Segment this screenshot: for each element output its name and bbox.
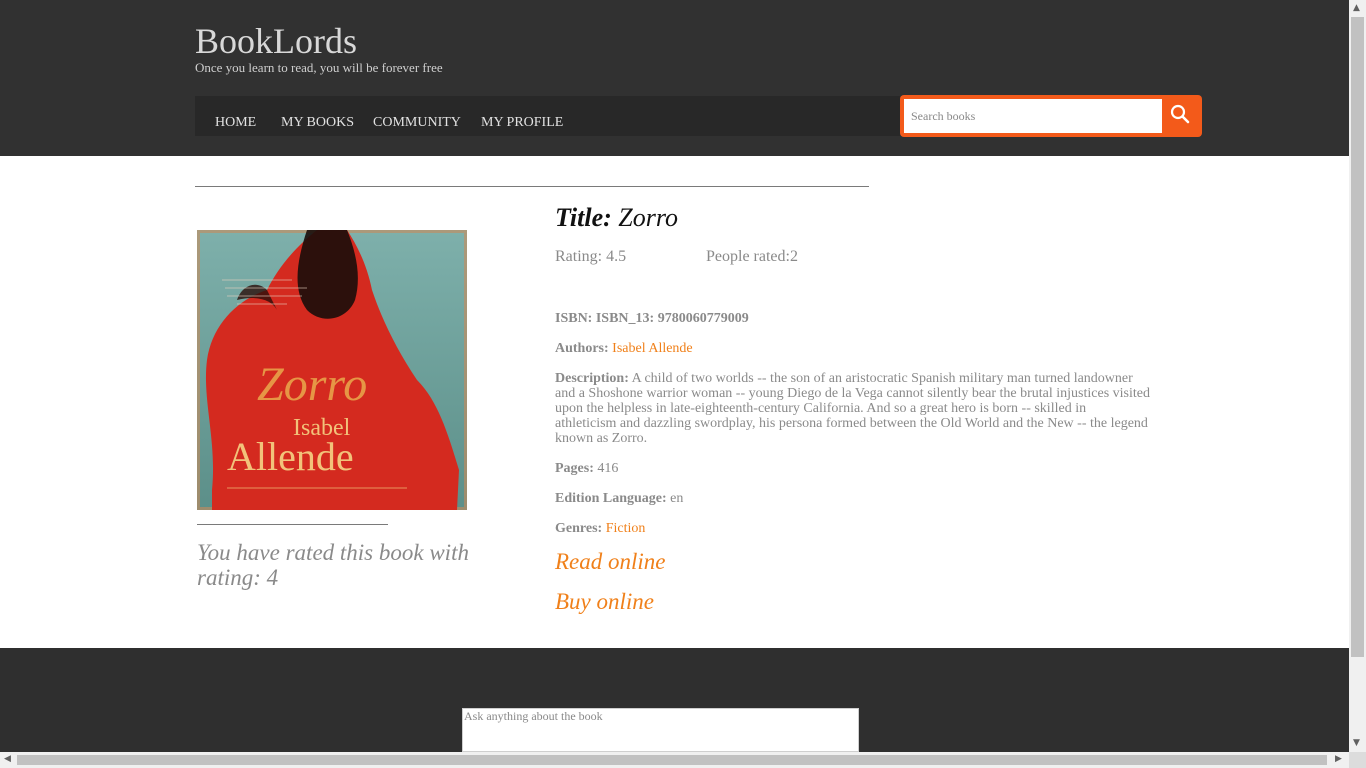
site-logo[interactable]: BookLords	[195, 20, 357, 62]
site-tagline: Once you learn to read, you will be fore…	[195, 60, 443, 75]
nav-my-profile[interactable]: MY PROFILE	[481, 115, 563, 131]
language-row: Edition Language: en	[555, 491, 1150, 506]
language-value: en	[670, 491, 684, 506]
nav-my-books[interactable]: MY BOOKS	[281, 115, 354, 131]
nav-community[interactable]: COMMUNITY	[373, 115, 461, 131]
author-link[interactable]: Isabel Allende	[612, 341, 692, 356]
book-cover-image: Zorro Isabel Allende	[197, 230, 467, 510]
scrollbar-corner	[1349, 752, 1366, 768]
site-header: BookLords Once you learn to read, you wi…	[0, 0, 1349, 156]
average-rating: Rating: 4.5	[555, 248, 627, 265]
scroll-left-icon[interactable]: ◀	[4, 754, 11, 764]
pages-row: Pages: 416	[555, 461, 1150, 476]
search-bar	[900, 95, 1202, 137]
search-button[interactable]	[1162, 99, 1198, 133]
title-label: Title:	[555, 203, 612, 232]
description-row: Description: A child of two worlds -- th…	[555, 371, 1150, 446]
language-label: Edition Language:	[555, 491, 667, 506]
book-title: Title: Zorro	[555, 203, 678, 233]
scroll-down-icon[interactable]: ▼	[1353, 738, 1360, 748]
vertical-scroll-thumb[interactable]	[1351, 17, 1364, 657]
genres-label: Genres:	[555, 521, 603, 536]
pages-label: Pages:	[555, 461, 594, 476]
read-online-link[interactable]: Read online	[555, 549, 666, 575]
ask-question-input[interactable]	[462, 708, 859, 752]
people-rated-count: People rated:2	[706, 248, 798, 265]
title-value: Zorro	[618, 203, 679, 232]
genre-link[interactable]: Fiction	[606, 521, 646, 536]
authors-row: Authors: Isabel Allende	[555, 341, 1150, 356]
scroll-right-icon[interactable]: ▶	[1335, 754, 1342, 764]
description-text: A child of two worlds -- the son of an a…	[555, 371, 1150, 446]
scroll-up-icon[interactable]: ▲	[1353, 3, 1360, 13]
authors-label: Authors:	[555, 341, 609, 356]
divider	[197, 524, 388, 525]
description-label: Description:	[555, 371, 629, 386]
buy-online-link[interactable]: Buy online	[555, 589, 654, 615]
nav-home[interactable]: HOME	[215, 115, 256, 131]
user-rating-message: You have rated this book with rating: 4	[197, 540, 469, 590]
cover-title-text: Zorro	[257, 358, 367, 411]
divider	[195, 186, 869, 187]
pages-value: 416	[597, 461, 619, 476]
isbn: ISBN: ISBN_13: 9780060779009	[555, 311, 749, 326]
cover-author-last: Allende	[227, 434, 354, 479]
search-input[interactable]	[904, 99, 1162, 133]
vertical-scrollbar[interactable]: ▲ ▼	[1349, 0, 1366, 752]
genres-row: Genres: Fiction	[555, 521, 1150, 536]
main-nav: HOME MY BOOKS COMMUNITY MY PROFILE	[195, 96, 900, 136]
horizontal-scroll-thumb[interactable]	[17, 755, 1327, 765]
horizontal-scrollbar[interactable]: ◀ ▶	[0, 752, 1349, 768]
search-icon	[1170, 104, 1190, 128]
